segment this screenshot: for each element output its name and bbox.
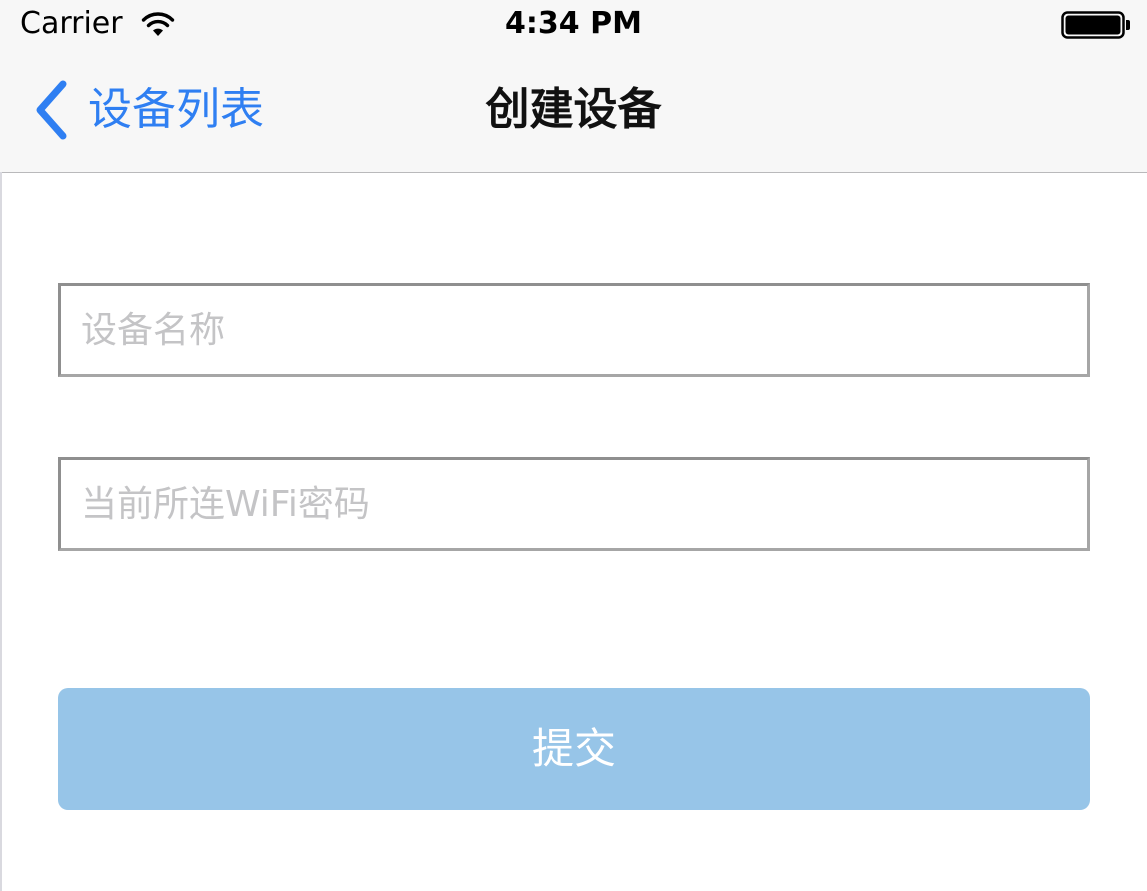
window-edge bbox=[0, 172, 2, 891]
device-name-input[interactable] bbox=[61, 286, 1087, 374]
status-time: 4:34 PM bbox=[505, 6, 642, 41]
wifi-password-field-frame bbox=[58, 457, 1090, 551]
navigation-bar: 设备列表 创建设备 bbox=[0, 50, 1147, 173]
device-name-field-frame bbox=[58, 283, 1090, 377]
page-title: 创建设备 bbox=[485, 84, 662, 135]
submit-button[interactable]: 提交 bbox=[58, 688, 1090, 810]
battery-icon bbox=[1061, 11, 1130, 39]
wifi-password-input[interactable] bbox=[61, 460, 1087, 548]
create-device-screen: Carrier 4:34 PM 设备列表 创建设备 提交 bbox=[0, 0, 1147, 891]
status-bar: Carrier 4:34 PM bbox=[0, 0, 1147, 50]
